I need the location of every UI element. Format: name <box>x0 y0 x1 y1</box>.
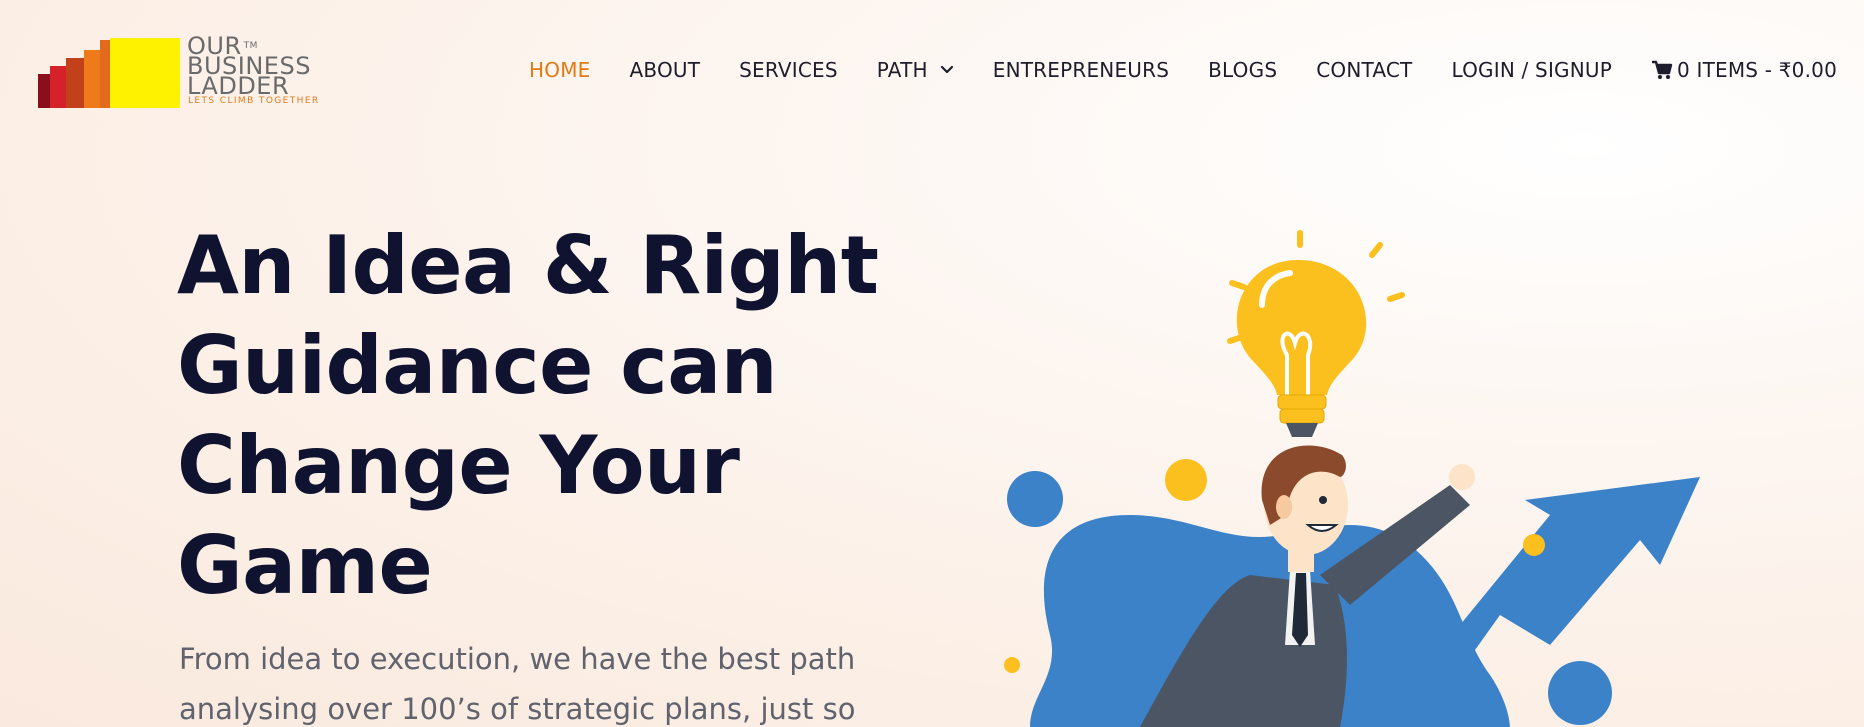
page: OUR TM BUSINESS LADDER LETS CLIMB TOGETHE… <box>0 0 1864 727</box>
yellow-dot-small <box>1523 534 1545 556</box>
hero-subtitle-line-1: From idea to execution, we have the best… <box>179 642 856 676</box>
nav-entrepreneurs[interactable]: ENTREPRENEURS <box>993 58 1169 82</box>
hero-title-line-2: Guidance can <box>177 319 778 412</box>
chevron-down-icon <box>940 65 953 74</box>
nav-contact[interactable]: CONTACT <box>1316 58 1412 82</box>
brand-logo[interactable]: OUR TM BUSINESS LADDER LETS CLIMB TOGETHE… <box>38 34 350 108</box>
nav-services[interactable]: SERVICES <box>739 58 838 82</box>
nav-path[interactable]: PATH <box>877 58 954 82</box>
nav-about[interactable]: ABOUT <box>630 58 701 82</box>
main-nav: HOME ABOUT SERVICES PATH ENTREPRENEURS B… <box>529 58 1837 82</box>
brand-trademark: TM <box>243 41 258 51</box>
brand-tagline: LETS CLIMB TOGETHER <box>188 96 320 106</box>
nav-login-signup[interactable]: LOGIN / SIGNUP <box>1451 58 1612 82</box>
logo-bars-icon <box>38 38 180 108</box>
hero-title-line-1: An Idea & Right <box>177 219 879 312</box>
nav-home[interactable]: HOME <box>529 58 590 82</box>
hero-subtitle-line-2: analysing over 100’s of strategic plans,… <box>179 692 856 726</box>
yellow-dot-tiny <box>1004 657 1020 673</box>
blue-dot-bottom <box>1548 661 1612 725</box>
hero-title-line-4: Game <box>177 519 433 612</box>
nav-path-label: PATH <box>876 58 928 82</box>
hero-subtitle: From idea to execution, we have the best… <box>179 634 899 727</box>
lightbulb-icon <box>1227 230 1405 437</box>
hero-title: An Idea & Right Guidance can Change Your… <box>177 216 937 616</box>
nav-blogs[interactable]: BLOGS <box>1208 58 1277 82</box>
yellow-dot <box>1165 459 1207 501</box>
cart-icon <box>1652 60 1673 79</box>
hero-illustration <box>1004 230 1700 727</box>
brand-name: OUR TM BUSINESS LADDER <box>187 34 311 98</box>
cart-summary: 0 ITEMS - ₹0.00 <box>1677 58 1837 82</box>
hero-title-line-3: Change Your <box>177 419 740 512</box>
blue-dot-large <box>1007 471 1063 527</box>
nav-cart[interactable]: 0 ITEMS - ₹0.00 <box>1651 58 1837 82</box>
